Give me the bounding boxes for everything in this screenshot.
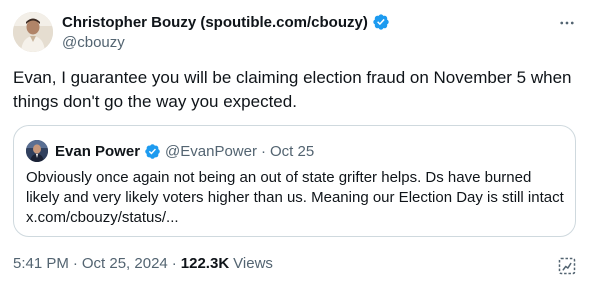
more-horizontal-icon[interactable] <box>558 14 576 32</box>
grok-analysis-icon[interactable] <box>557 256 577 276</box>
tweet: Christopher Bouzy (spoutible.com/cbouzy)… <box>0 0 591 292</box>
author-name[interactable]: Christopher Bouzy (spoutible.com/cbouzy) <box>62 14 368 31</box>
tweet-date[interactable]: Oct 25, 2024 <box>82 255 168 272</box>
quoted-timestamp[interactable]: Oct 25 <box>270 143 314 160</box>
quoted-author-avatar[interactable] <box>26 140 48 162</box>
author-avatar[interactable] <box>13 12 53 52</box>
tweet-meta: 5:41 PM · Oct 25, 2024 · 122.3K Views <box>13 255 273 272</box>
quoted-separator: · <box>260 142 266 160</box>
author-block: Christopher Bouzy (spoutible.com/cbouzy)… <box>62 12 390 51</box>
meta-separator: · <box>171 255 177 272</box>
meta-separator: · <box>72 255 78 272</box>
quoted-tweet[interactable]: Evan Power @EvanPower · Oct 25 Obviously… <box>13 125 576 237</box>
verified-badge-icon <box>373 14 389 30</box>
views-count: 122.3K <box>180 255 230 272</box>
views-label: Views <box>233 255 273 272</box>
quoted-author-name[interactable]: Evan Power <box>55 143 140 160</box>
quoted-author-handle[interactable]: @EvanPower <box>165 143 257 160</box>
verified-badge-icon <box>145 143 160 159</box>
author-handle[interactable]: @cbouzy <box>62 34 390 51</box>
tweet-time[interactable]: 5:41 PM <box>13 255 69 272</box>
tweet-text: Evan, I guarantee you will be claiming e… <box>13 68 572 111</box>
quoted-header: Evan Power @EvanPower · Oct 25 <box>55 141 314 161</box>
quoted-text: Obviously once again not being an out of… <box>26 169 564 226</box>
